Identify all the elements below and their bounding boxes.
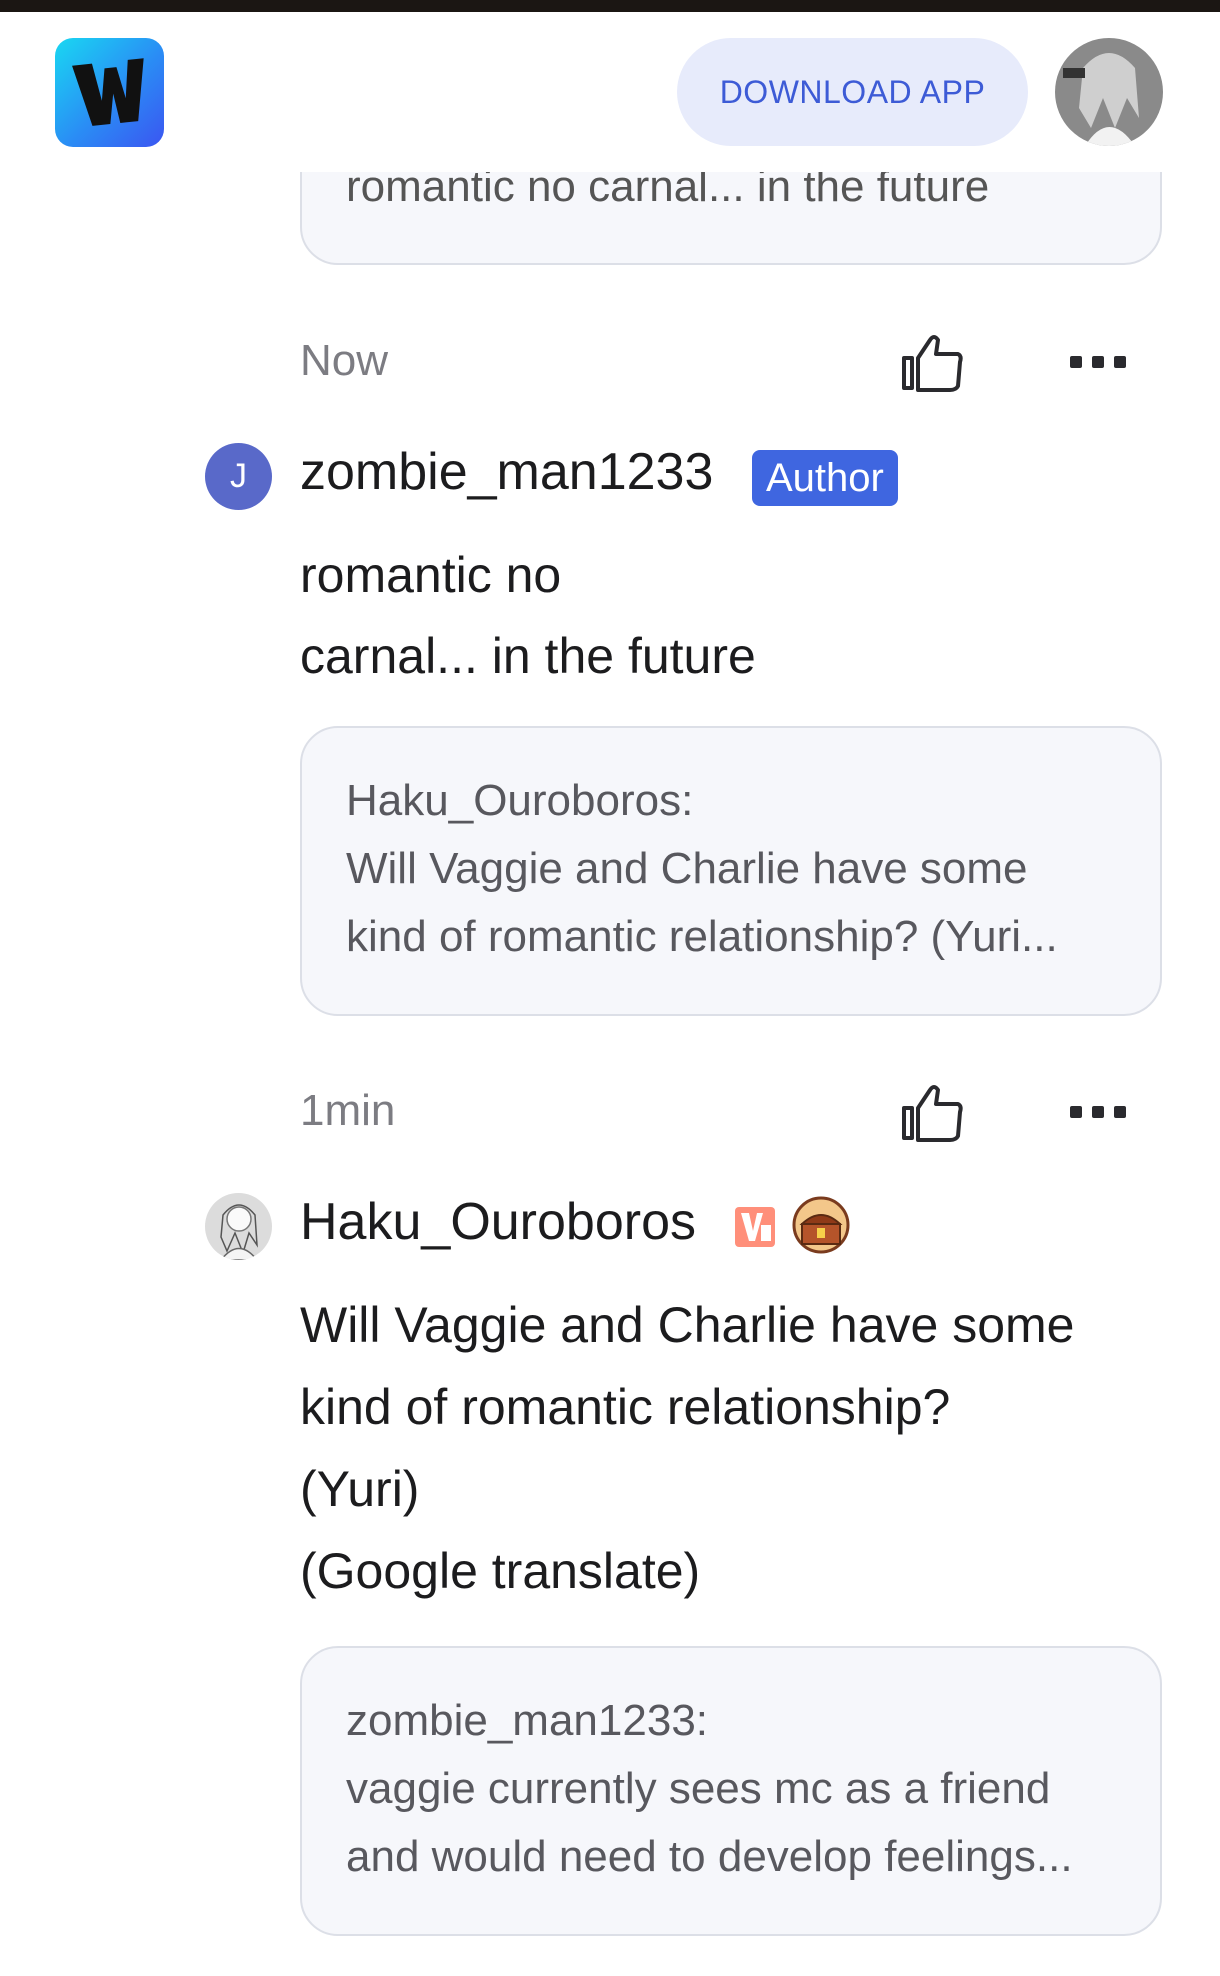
quoted-text-line: vaggie currently sees mc as a friend — [346, 1764, 1051, 1813]
quoted-username: Haku_Ouroboros: — [346, 776, 694, 825]
quoted-reply-card[interactable]: Haku_Ouroboros: Will Vaggie and Charlie … — [300, 726, 1162, 1016]
quoted-reply-card[interactable]: zombie_man1233: vaggie currently sees mc… — [300, 1646, 1162, 1936]
comment-body-line: Will Vaggie and Charlie have some — [300, 1297, 1075, 1353]
avatar-letter: J — [230, 457, 247, 495]
level-badge-icon — [733, 1205, 789, 1261]
webnovel-logo-icon[interactable] — [55, 38, 164, 147]
comment-username[interactable]: Haku_Ouroboros — [300, 1192, 696, 1252]
avatar[interactable] — [205, 1193, 272, 1260]
quoted-text-line: kind of romantic relationship? (Yuri... — [346, 912, 1058, 961]
like-thumb-icon[interactable] — [900, 330, 966, 396]
status-strip — [0, 0, 1220, 12]
comment-body-line: romantic no — [300, 547, 562, 603]
quoted-text-line: and would need to develop feelings... — [346, 1832, 1073, 1881]
comment-body-line: kind of romantic relationship? — [300, 1379, 951, 1435]
profile-avatar-icon[interactable] — [1055, 38, 1163, 146]
quoted-username: zombie_man1233: — [346, 1696, 709, 1745]
avatar[interactable]: J — [205, 443, 272, 510]
comment-time: Now — [300, 336, 389, 385]
comment-body-line: (Google translate) — [300, 1543, 701, 1599]
comment-body-line: (Yuri) — [300, 1461, 420, 1517]
like-thumb-icon[interactable] — [900, 1080, 966, 1146]
comment-body-line: carnal... in the future — [300, 628, 756, 684]
quoted-text-line: Will Vaggie and Charlie have some — [346, 844, 1028, 893]
download-app-button[interactable]: DOWNLOAD APP — [677, 38, 1028, 146]
comment-time: 1min — [300, 1086, 396, 1135]
more-options-icon[interactable] — [1070, 352, 1126, 372]
top-header: DOWNLOAD APP — [0, 12, 1220, 172]
author-badge: Author — [752, 450, 898, 506]
comment-username[interactable]: zombie_man1233 — [300, 442, 713, 502]
treasure-chest-badge-icon — [792, 1196, 850, 1254]
more-options-icon[interactable] — [1070, 1102, 1126, 1122]
